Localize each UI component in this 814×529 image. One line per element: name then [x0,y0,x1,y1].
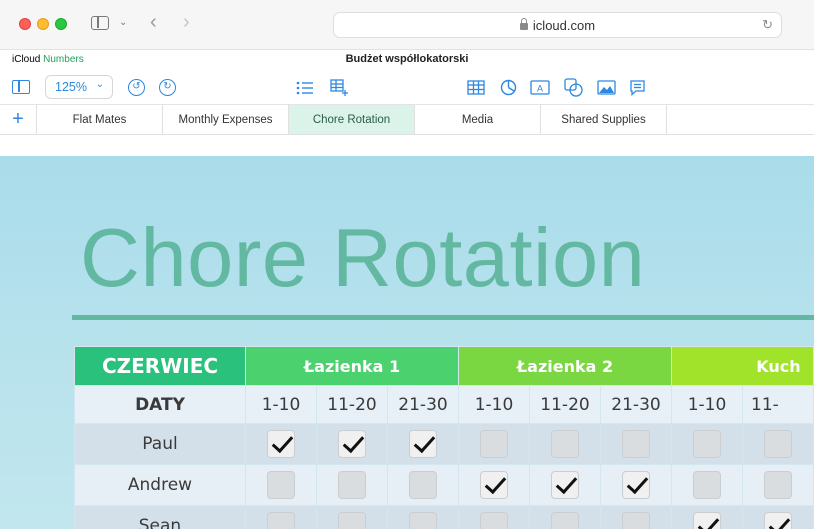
app-toolbar: iCloud Numbers Budżet współlokatorski 12… [0,50,814,105]
reload-icon[interactable]: ↻ [762,17,773,33]
chore-checkbox[interactable] [480,512,508,529]
address-bar[interactable]: icloud.com ↻ [333,12,782,38]
chore-checkbox[interactable] [693,471,721,499]
shapes-icon[interactable] [564,78,583,97]
person-name[interactable]: Paul [74,423,246,465]
table-icon[interactable] [467,80,485,95]
back-icon[interactable]: ‹ [150,12,157,32]
chore-checkbox[interactable] [480,430,508,458]
chart-icon[interactable] [500,79,517,96]
tab-flat-mates[interactable]: Flat Mates [37,105,163,134]
date-range-cell[interactable]: 11-20 [529,385,601,424]
tab-monthly-expenses[interactable]: Monthly Expenses [163,105,289,134]
tab-shared-supplies[interactable]: Shared Supplies [541,105,667,134]
chore-checkbox-checked[interactable] [764,512,792,529]
chore-checkbox-checked[interactable] [551,471,579,499]
chevron-down-icon: ⌄ [95,79,104,90]
sheet-canvas: Chore Rotation CZERWIEC Łazienka 1 Łazie… [0,156,814,529]
chore-checkbox[interactable] [551,430,579,458]
zoom-select[interactable]: 125% ⌄ [45,75,113,99]
tab-chore-rotation[interactable]: Chore Rotation [289,105,415,134]
media-icon[interactable] [597,80,616,95]
group-header-bathroom-2[interactable]: Łazienka 2 [458,346,672,386]
sidebar-icon[interactable] [91,16,109,30]
chore-checkbox[interactable] [338,471,366,499]
page-title: Chore Rotation [80,211,646,304]
url-text: icloud.com [532,18,596,33]
redo-icon[interactable]: ↻ [159,79,176,96]
table-add-icon[interactable] [330,79,349,97]
forward-icon[interactable]: › [183,12,190,32]
table-row: Sean [74,505,814,529]
chore-checkbox[interactable] [409,512,437,529]
text-box-icon[interactable]: A [530,80,550,95]
close-window-button[interactable] [19,18,31,30]
person-name[interactable]: Andrew [74,464,246,506]
date-range-cell[interactable]: 11-20 [316,385,388,424]
lock-icon [519,18,528,30]
chore-checkbox[interactable] [764,471,792,499]
add-sheet-button[interactable]: + [0,105,37,134]
comment-icon[interactable] [629,79,646,96]
date-range-cell[interactable]: 1-10 [671,385,743,424]
maximize-window-button[interactable] [55,18,67,30]
tab-media[interactable]: Media [415,105,541,134]
date-range-cell[interactable]: 21-30 [600,385,672,424]
dates-label[interactable]: DATY [74,385,246,424]
chevron-down-icon[interactable]: ⌄ [119,17,127,28]
browser-toolbar: ⌄ ‹ › icloud.com ↻ [0,0,814,50]
chore-checkbox-checked[interactable] [409,430,437,458]
chore-checkbox[interactable] [267,471,295,499]
chore-checkbox-checked[interactable] [480,471,508,499]
table-row: Andrew [74,464,814,506]
list-icon[interactable] [296,80,314,96]
date-range-cell[interactable]: 11- [742,385,814,424]
person-name[interactable]: Sean [74,505,246,529]
date-range-cell[interactable]: 21-30 [387,385,459,424]
panel-icon[interactable] [12,80,30,94]
chore-checkbox[interactable] [267,512,295,529]
svg-text:A: A [537,84,543,94]
chore-checkbox[interactable] [338,512,366,529]
chore-checkbox-checked[interactable] [622,471,650,499]
month-header[interactable]: CZERWIEC [74,346,246,386]
chore-checkbox-checked[interactable] [338,430,366,458]
sheet-tabs: + Flat Mates Monthly Expenses Chore Rota… [0,105,814,135]
chore-checkbox[interactable] [693,430,721,458]
chore-checkbox[interactable] [409,471,437,499]
document-title: Budżet współlokatorski [345,53,469,65]
date-range-cell[interactable]: 1-10 [245,385,317,424]
chore-checkbox[interactable] [622,512,650,529]
group-header-bathroom-1[interactable]: Łazienka 1 [245,346,459,386]
zoom-value: 125% [55,80,87,94]
chore-checkbox-checked[interactable] [693,512,721,529]
minimize-window-button[interactable] [37,18,49,30]
undo-icon[interactable]: ↺ [128,79,145,96]
title-divider [72,315,814,320]
chore-checkbox-checked[interactable] [267,430,295,458]
chore-checkbox[interactable] [764,430,792,458]
chore-checkbox[interactable] [551,512,579,529]
chore-table[interactable]: CZERWIEC Łazienka 1 Łazienka 2 Kuch DATY… [74,346,814,529]
group-header-kitchen[interactable]: Kuch [671,346,814,386]
date-range-cell[interactable]: 1-10 [458,385,530,424]
table-row: Paul [74,423,814,465]
chore-checkbox[interactable] [622,430,650,458]
